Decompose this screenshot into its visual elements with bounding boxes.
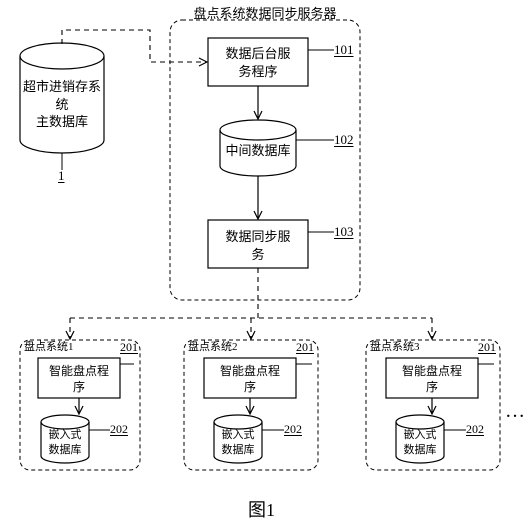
client2-db-ref: 202 [284, 422, 302, 437]
client1-prog-label: 智能盘点程 序 [38, 363, 120, 395]
client3-db-ref: 202 [466, 422, 484, 437]
client3-title: 盘点系统3 [370, 340, 420, 354]
server-title: 盘点系统数据同步服务器 [170, 6, 360, 23]
client3-prog-ref: 201 [478, 340, 496, 355]
diagram-figure-1: 超市进销存系统 主数据库 1 盘点系统数据同步服务器 数据后台服 务程序 101… [0, 0, 530, 526]
main-db-ref: 1 [58, 168, 65, 184]
server-sync-ref: 103 [334, 224, 354, 240]
distribution-bus [70, 268, 432, 338]
client1-db-ref: 202 [110, 422, 128, 437]
figure-caption: 图1 [248, 496, 275, 522]
client3-prog-label: 智能盘点程 序 [386, 363, 478, 395]
main-db-label: 超市进销存系统 主数据库 [21, 78, 103, 131]
client2-title: 盘点系统2 [188, 340, 238, 354]
server-mid-db-ref: 102 [334, 132, 354, 148]
client1-title: 盘点系统1 [24, 340, 74, 354]
arrow-maindb-to-backend [62, 30, 206, 62]
ellipsis: … [505, 398, 525, 424]
client2-db-label: 嵌入式 数据库 [214, 428, 262, 458]
server-backend-label: 数据后台服 务程序 [208, 45, 308, 80]
client2-prog-label: 智能盘点程 序 [204, 363, 296, 395]
client1-prog-ref: 201 [120, 340, 138, 355]
client3-db-label: 嵌入式 数据库 [396, 428, 444, 458]
server-mid-db-label: 中间数据库 [220, 142, 296, 160]
client1-db-label: 嵌入式 数据库 [41, 428, 89, 458]
server-sync-label: 数据同步服 务 [208, 228, 308, 263]
server-backend-ref: 101 [334, 42, 354, 58]
client2-prog-ref: 201 [296, 340, 314, 355]
